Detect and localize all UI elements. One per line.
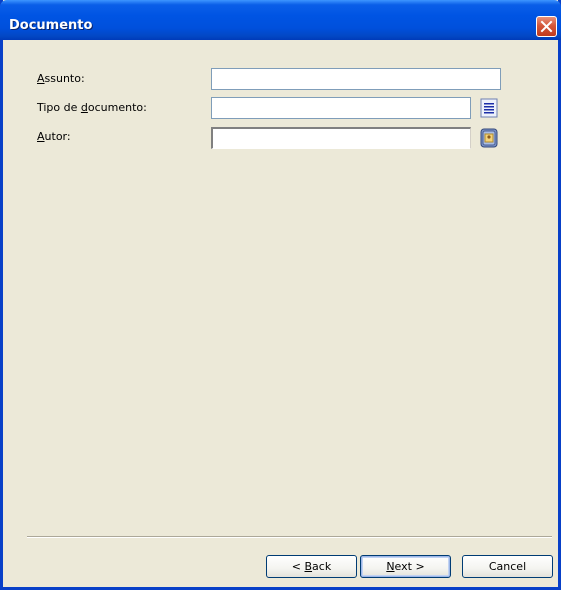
subject-input[interactable] bbox=[211, 68, 501, 90]
document-type-picker-button[interactable] bbox=[480, 98, 498, 118]
author-label: Autor: bbox=[37, 130, 71, 143]
window-title: Documento bbox=[9, 18, 93, 33]
address-book-icon bbox=[480, 128, 498, 148]
back-button[interactable]: < Back bbox=[266, 555, 357, 578]
document-dialog: Documento Assunto: Tipo de documento: Au… bbox=[0, 0, 561, 590]
subject-label: Assunto: bbox=[37, 72, 85, 85]
title-bar[interactable]: Documento bbox=[0, 0, 561, 40]
footer-separator bbox=[27, 536, 552, 538]
next-button[interactable]: Next > bbox=[360, 555, 451, 578]
close-button[interactable] bbox=[536, 16, 557, 37]
list-icon bbox=[480, 98, 498, 118]
close-icon bbox=[540, 20, 553, 33]
author-input[interactable] bbox=[211, 127, 471, 149]
document-type-label: Tipo de documento: bbox=[37, 101, 147, 114]
author-picker-button[interactable] bbox=[480, 128, 498, 148]
cancel-button[interactable]: Cancel bbox=[462, 555, 553, 578]
document-type-input[interactable] bbox=[211, 97, 471, 119]
